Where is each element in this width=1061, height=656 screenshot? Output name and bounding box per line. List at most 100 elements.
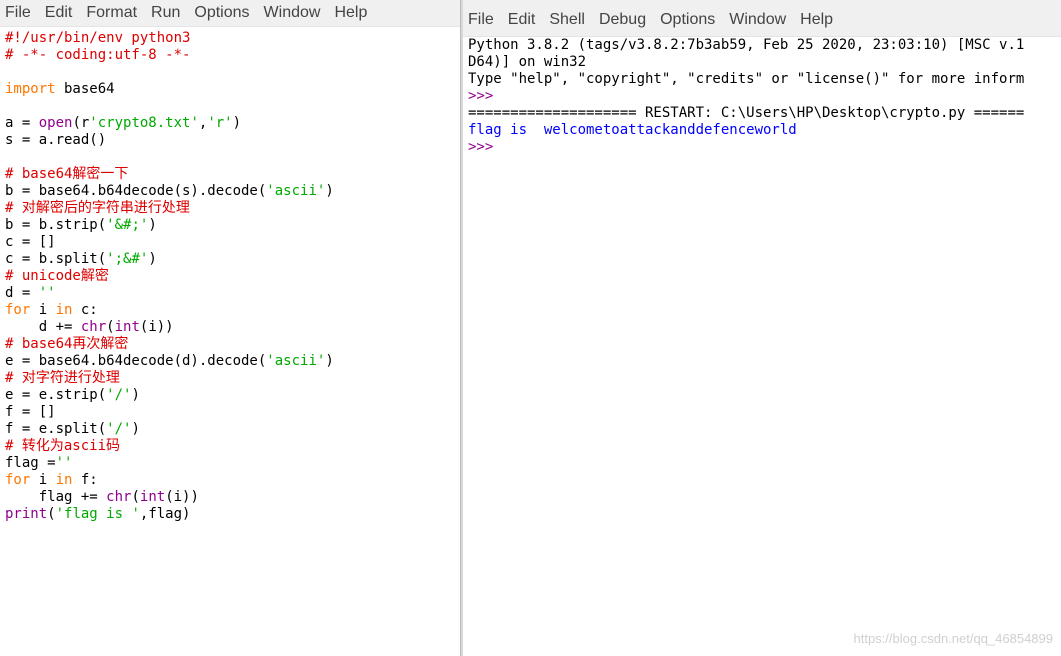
code-token: d += [5,319,81,335]
shell-output-area[interactable]: Python 3.8.2 (tags/v3.8.2:7b3ab59, Feb 2… [468,37,1024,156]
shell-menubar: File Edit Shell Debug Options Window Help [463,0,1061,37]
code-token: ) [232,115,242,131]
code-token: 'r' [207,115,233,131]
code-token: ,flag) [139,506,191,522]
code-token: print [5,506,48,522]
editor-line: b = b.strip('&#;') [5,217,334,234]
code-token: open [38,115,73,131]
shell-line: >>> [468,139,1024,156]
code-token: >>> [468,88,494,104]
code-token: i [30,302,56,318]
editor-menu-options[interactable]: Options [187,4,256,22]
editor-window: File Edit Format Run Options Window Help #!/us… [0,0,460,656]
shell-line: ==================== RESTART: C:\Users\H… [468,105,1024,122]
code-token: int [139,489,166,505]
code-token: c = [] [5,234,56,250]
code-token: '/' [106,387,132,403]
code-token: e = base64.b64decode(d).decode( [5,353,267,369]
editor-line: # unicode解密 [5,268,334,285]
code-token: # 对解密后的字符串进行处理 [5,200,190,216]
code-token: # 对字符进行处理 [5,370,120,386]
shell-menu-file[interactable]: File [463,11,501,29]
code-token: flag += [5,489,107,505]
editor-line: #!/usr/bin/env python3 [5,30,334,47]
editor-menu-help[interactable]: Help [327,4,374,22]
code-token: flag = [5,455,56,471]
code-token: ( [131,489,140,505]
editor-line: f = e.split('/') [5,421,334,438]
code-token: 'flag is ' [55,506,140,522]
code-token: ( [47,506,56,522]
code-token: c: [72,302,98,318]
editor-menu-file[interactable]: File [0,4,38,22]
shell-line: D64)] on win32 [468,54,1024,71]
shell-menu-window[interactable]: Window [722,11,793,29]
editor-line: c = b.split(';&#') [5,251,334,268]
editor-menu-window[interactable]: Window [257,4,328,22]
editor-line: s = a.read() [5,132,334,149]
editor-menu-edit[interactable]: Edit [38,4,80,22]
code-token: ) [148,217,157,233]
shell-line: >>> [468,88,1024,105]
editor-line: b = base64.b64decode(s).decode('ascii') [5,183,334,200]
code-token: b = base64.b64decode(s).decode( [5,183,267,199]
shell-menu-shell[interactable]: Shell [542,11,592,29]
shell-line: Type "help", "copyright", "credits" or "… [468,71,1024,88]
code-token: # unicode解密 [5,268,109,284]
code-token: # 转化为ascii码 [5,438,121,454]
editor-line: d = '' [5,285,334,302]
code-token: #!/usr/bin/env python3 [5,30,191,46]
editor-line: a = open(r'crypto8.txt','r') [5,115,334,132]
code-token: f = [] [5,404,56,420]
shell-line: flag is welcometoattackanddefenceworld [468,122,1024,139]
editor-line: c = [] [5,234,334,251]
code-token: 'ascii' [266,183,326,199]
editor-line: print('flag is ',flag) [5,506,334,523]
code-token: >>> [468,139,494,155]
shell-menu-edit[interactable]: Edit [501,11,543,29]
editor-line: # base64解密一下 [5,166,334,183]
watermark: https://blog.csdn.net/qq_46854899 [853,631,1054,646]
shell-window: File Edit Shell Debug Options Window Help Pyth… [463,0,1061,656]
code-token: '&#;' [106,217,149,233]
editor-line: # 对字符进行处理 [5,370,334,387]
shell-menu-options[interactable]: Options [653,11,722,29]
code-token: ';&#' [106,251,149,267]
editor-menubar: File Edit Format Run Options Window Help [0,0,460,27]
code-token: ( [106,319,115,335]
code-token: a = [5,115,39,131]
shell-menu-debug[interactable]: Debug [592,11,653,29]
editor-line: # 转化为ascii码 [5,438,334,455]
editor-menu-run[interactable]: Run [144,4,187,22]
code-token: f: [72,472,98,488]
editor-line: # base64再次解密 [5,336,334,353]
editor-line: d += chr(int(i)) [5,319,334,336]
editor-line: # 对解密后的字符串进行处理 [5,200,334,217]
code-token: ==================== RESTART: C:\Users\H… [468,105,1025,121]
code-token: b = b.strip( [5,217,107,233]
code-token: 'crypto8.txt' [89,115,199,131]
editor-line: e = base64.b64decode(d).decode('ascii') [5,353,334,370]
code-token: e = e.strip( [5,387,107,403]
code-token: # -*- coding:utf-8 -*- [5,47,191,63]
shell-menu-help[interactable]: Help [793,11,840,29]
editor-line: # -*- coding:utf-8 -*- [5,47,334,64]
code-token: c = b.split( [5,251,107,267]
code-token: int [114,319,140,335]
code-token: '' [38,285,56,301]
editor-code-area[interactable]: #!/usr/bin/env python3 # -*- coding:utf-8… [5,30,334,523]
code-token: base64 [55,81,115,97]
code-token: ) [325,353,334,369]
code-token: import [5,81,56,97]
code-token: in [55,302,73,318]
code-token: (i)) [165,489,199,505]
code-token: ) [131,387,140,403]
shell-line: Python 3.8.2 (tags/v3.8.2:7b3ab59, Feb 2… [468,37,1024,54]
editor-line: flag += chr(int(i)) [5,489,334,506]
editor-menu-format[interactable]: Format [79,4,144,22]
editor-line: for i in c: [5,302,334,319]
code-token: Python 3.8.2 (tags/v3.8.2:7b3ab59, Feb 2… [468,37,1025,53]
